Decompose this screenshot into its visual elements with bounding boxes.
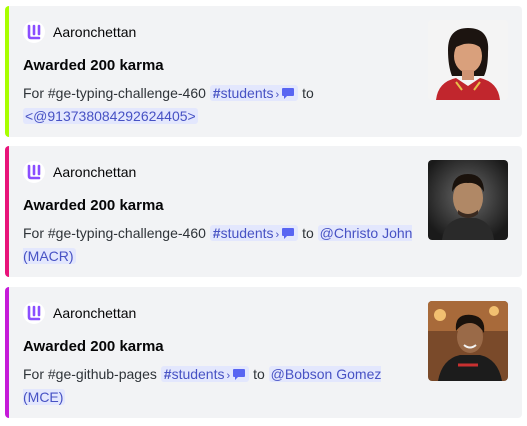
card-title: Awarded 200 karma — [23, 57, 164, 74]
card-description: For #ge-github-pages #students › to @Bobs… — [23, 364, 413, 408]
card-title: Awarded 200 karma — [23, 338, 164, 355]
app-logo-icon — [23, 21, 45, 43]
karma-card-3: Aaronchettan Awarded 200 karma For #ge-g… — [5, 287, 522, 418]
card-description: For #ge-typing-challenge-460 #students › … — [23, 223, 413, 267]
channel-name: students — [220, 85, 274, 101]
card-author: Aaronchettan — [23, 161, 136, 183]
thumbnail-man-portrait[interactable] — [428, 160, 508, 240]
chevron-right-icon: › — [275, 229, 280, 241]
channel-link[interactable]: #students › — [160, 366, 250, 382]
channel-name: students — [171, 366, 225, 382]
author-name[interactable]: Aaronchettan — [53, 305, 136, 321]
chevron-right-icon: › — [226, 370, 231, 382]
chat-bubble-icon — [282, 88, 295, 99]
channel-link[interactable]: #students › — [209, 225, 299, 241]
description-prefix: For #ge-typing-challenge-460 — [23, 225, 206, 241]
chat-bubble-icon — [233, 369, 246, 380]
author-name[interactable]: Aaronchettan — [53, 164, 136, 180]
app-logo-icon — [23, 302, 45, 324]
channel-name: students — [220, 225, 274, 241]
to-label: to — [253, 366, 265, 382]
thumbnail-smiling-man[interactable] — [428, 301, 508, 381]
thumbnail-woman-portrait[interactable] — [428, 20, 508, 100]
author-name[interactable]: Aaronchettan — [53, 24, 136, 40]
card-description: For #ge-typing-challenge-460 #students › … — [23, 83, 413, 127]
to-label: to — [302, 225, 314, 241]
description-prefix: For #ge-typing-challenge-460 — [23, 85, 206, 101]
description-prefix: For #ge-github-pages — [23, 366, 157, 382]
card-author: Aaronchettan — [23, 21, 136, 43]
karma-card-2: Aaronchettan Awarded 200 karma For #ge-t… — [5, 146, 522, 277]
chevron-right-icon: › — [275, 89, 280, 101]
card-title: Awarded 200 karma — [23, 197, 164, 214]
card-author: Aaronchettan — [23, 302, 136, 324]
channel-link[interactable]: #students › — [209, 85, 299, 101]
to-label: to — [302, 85, 314, 101]
recipient-mention[interactable]: <@913738084292624405> — [23, 108, 198, 124]
chat-bubble-icon — [282, 228, 295, 239]
karma-card-1: Aaronchettan Awarded 200 karma For #ge-t… — [5, 6, 522, 137]
app-logo-icon — [23, 161, 45, 183]
